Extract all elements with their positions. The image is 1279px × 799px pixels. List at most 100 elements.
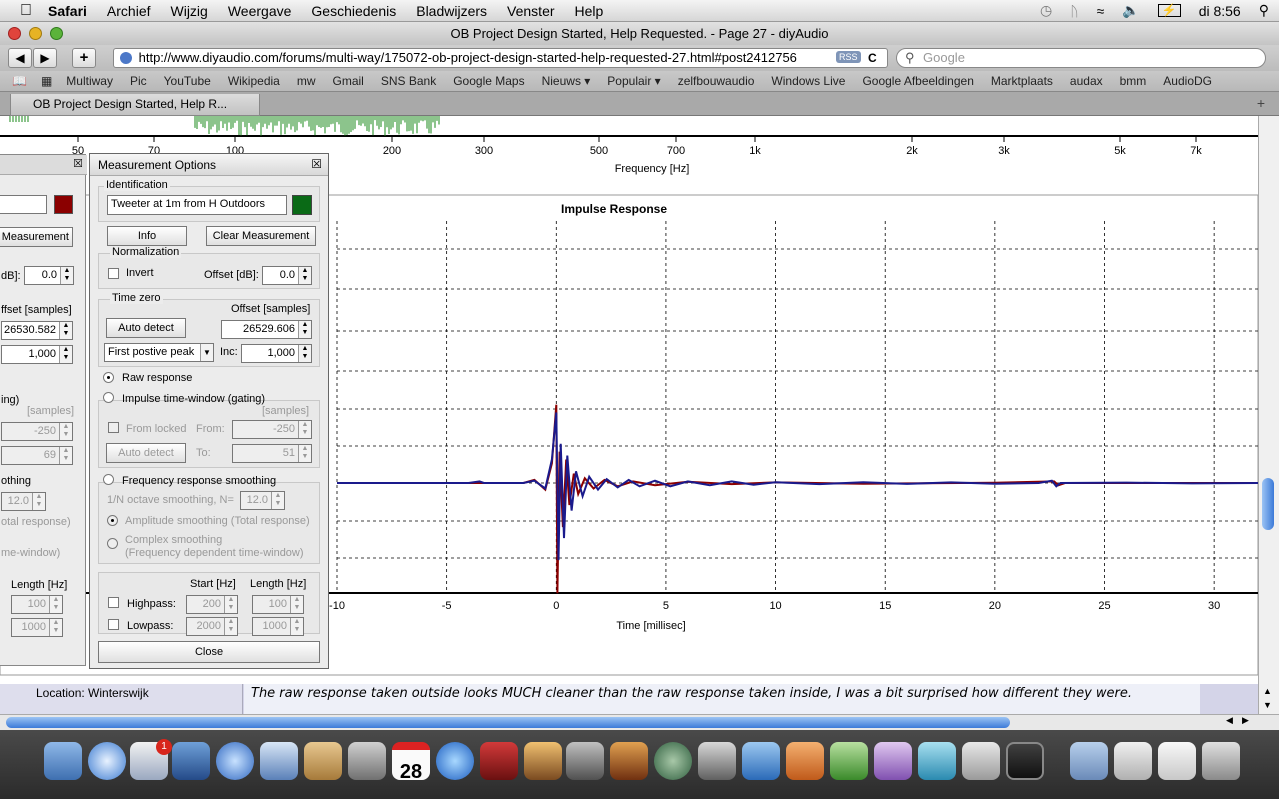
scroll-left-icon[interactable]: ◀ — [1226, 715, 1233, 726]
auto-detect-button[interactable]: Auto detect — [106, 318, 186, 338]
spinner-icon[interactable]: ▲ ▼ — [59, 423, 72, 440]
lp-length-input[interactable]: 1000 ▲ ▼ — [252, 617, 304, 636]
left-lp-length-input[interactable]: 1000 ▲ ▼ — [11, 618, 63, 637]
bookmark-item[interactable]: audax — [1070, 74, 1103, 88]
forward-button[interactable]: ▶ — [33, 48, 57, 68]
menu-venster[interactable]: Venster — [507, 3, 554, 19]
mail-icon[interactable]: 1 — [130, 739, 172, 780]
peak-mode-select[interactable]: First postive peak ▼ — [104, 343, 214, 362]
menu-app[interactable]: Safari — [48, 3, 87, 19]
invert-checkbox[interactable] — [108, 268, 119, 279]
from-locked-checkbox[interactable] — [108, 422, 119, 433]
menu-wijzig[interactable]: Wijzig — [171, 3, 208, 19]
hp-start-input[interactable]: 200 ▲ ▼ — [186, 595, 238, 614]
bookmark-item[interactable]: AudioDG — [1163, 74, 1212, 88]
close-icon[interactable]: ☒ — [311, 157, 322, 171]
left-oct-input[interactable]: 12.0 ▲ ▼ — [1, 492, 46, 511]
spinner-icon[interactable]: ▲ ▼ — [298, 267, 311, 284]
inc-input[interactable]: 1,000 ▲ ▼ — [241, 344, 312, 363]
h-scroll-thumb[interactable] — [6, 717, 1010, 728]
display-icon[interactable] — [1006, 742, 1044, 780]
calculator-icon[interactable] — [348, 742, 386, 780]
apple-icon[interactable]:  — [20, 2, 32, 20]
left-color-swatch[interactable] — [54, 195, 73, 214]
imovie-icon[interactable] — [566, 742, 604, 780]
spinner-icon[interactable]: ▲ ▼ — [224, 618, 237, 635]
spinner-icon[interactable]: ▲ ▼ — [298, 321, 311, 338]
left-to-input[interactable]: 69 ▲ ▼ — [1, 446, 73, 465]
left-inc-input[interactable]: 1,000 ▲ ▼ — [1, 345, 73, 364]
spinner-icon[interactable]: ▲ ▼ — [290, 618, 303, 635]
bookmark-item[interactable]: Windows Live — [771, 74, 845, 88]
time-machine-icon[interactable]: ◷ — [1040, 2, 1052, 19]
chevron-down-icon[interactable]: ▼ — [200, 344, 213, 361]
raw-response-radio[interactable] — [103, 372, 114, 383]
left-offset-input[interactable]: 0.0 ▲ ▼ — [24, 266, 74, 285]
scroll-right-icon[interactable]: ▶ — [1242, 715, 1249, 726]
left-hp-length-input[interactable]: 100 ▲ ▼ — [11, 595, 63, 614]
itunes-icon[interactable] — [436, 742, 474, 780]
spinner-icon[interactable]: ▲ ▼ — [224, 596, 237, 613]
left-samples-input[interactable]: 26530.582 ▲ ▼ — [1, 321, 73, 340]
spinner-icon[interactable]: ▲ ▼ — [60, 267, 73, 284]
bookmark-item[interactable]: Gmail — [333, 74, 364, 88]
battery-icon[interactable]: ⚡ — [1157, 4, 1181, 17]
downloads-folder-icon[interactable] — [1114, 742, 1152, 780]
lp-start-input[interactable]: 2000 ▲ ▼ — [186, 617, 238, 636]
spotlight-icon[interactable]: ⚲ — [1259, 2, 1269, 19]
entourage-icon[interactable] — [874, 742, 912, 780]
spinner-icon[interactable]: ▲ ▼ — [290, 596, 303, 613]
gating-radio[interactable] — [103, 392, 114, 403]
tab-active[interactable]: OB Project Design Started, Help R... — [10, 94, 260, 116]
left-name-field[interactable] — [0, 195, 47, 214]
system-preferences-icon[interactable] — [698, 742, 736, 780]
gating-auto-detect-button[interactable]: Auto detect — [106, 443, 186, 463]
close-icon[interactable]: ☒ — [73, 157, 83, 170]
close-button[interactable]: Close — [98, 641, 320, 663]
top-sites-grid-icon[interactable]: ▦ — [41, 74, 52, 88]
google-search-input[interactable]: ⚲ Google — [896, 48, 1266, 68]
word-icon[interactable] — [742, 742, 780, 780]
document-icon[interactable] — [962, 742, 1000, 780]
bookmark-item[interactable]: Populair ▾ — [607, 74, 660, 88]
bookmark-item[interactable]: Nieuws ▾ — [542, 74, 591, 88]
bookmark-item[interactable]: mw — [297, 74, 316, 88]
spinner-icon[interactable]: ▲ ▼ — [32, 493, 45, 510]
add-bookmark-button[interactable]: + — [72, 48, 96, 68]
info-button[interactable]: Info — [107, 226, 187, 246]
preview-icon[interactable] — [260, 742, 298, 780]
v-scroll-thumb[interactable] — [1262, 478, 1274, 530]
zoom-window-icon[interactable] — [50, 27, 63, 40]
powerpoint-icon[interactable] — [786, 742, 824, 780]
amplitude-smoothing-radio[interactable] — [107, 515, 118, 526]
offset-db-input[interactable]: 0.0 ▲ ▼ — [262, 266, 312, 285]
lowpass-checkbox[interactable] — [108, 619, 119, 630]
measurement-name-input[interactable]: Tweeter at 1m from H Outdoors — [107, 195, 287, 215]
gating-from-input[interactable]: -250 ▲ ▼ — [232, 420, 312, 439]
spinner-icon[interactable]: ▲ ▼ — [298, 421, 311, 438]
safari-icon[interactable] — [88, 742, 126, 780]
left-from-input[interactable]: -250 ▲ ▼ — [1, 422, 73, 441]
scroll-down-icon[interactable]: ▼ — [1263, 700, 1272, 710]
bookmark-item[interactable]: zelfbouwaudio — [678, 74, 755, 88]
new-tab-button[interactable]: + — [1257, 95, 1265, 111]
iphoto-icon[interactable] — [524, 742, 562, 780]
ichat-icon[interactable] — [216, 742, 254, 780]
smoothing-radio[interactable] — [103, 474, 114, 485]
horizontal-scrollbar[interactable]: ◀ ▶ — [0, 714, 1279, 730]
spinner-icon[interactable]: ▲ ▼ — [49, 596, 62, 613]
octave-n-input[interactable]: 12.0 ▲ ▼ — [240, 491, 285, 510]
close-window-icon[interactable] — [8, 27, 21, 40]
spinner-icon[interactable]: ▲ ▼ — [59, 346, 72, 363]
time-machine-dock-icon[interactable] — [654, 742, 692, 780]
trash-icon[interactable] — [1202, 742, 1240, 780]
menu-help[interactable]: Help — [575, 3, 604, 19]
rss-badge[interactable]: RSS — [836, 51, 861, 63]
bookmark-item[interactable]: Pic — [130, 74, 147, 88]
volume-icon[interactable]: 🔈 — [1122, 2, 1139, 19]
finder-icon[interactable] — [44, 742, 82, 780]
vertical-scrollbar[interactable]: ▲ ▼ — [1258, 116, 1279, 714]
scroll-up-icon[interactable]: ▲ — [1263, 686, 1272, 696]
photo-booth-icon[interactable] — [480, 742, 518, 780]
bookmark-item[interactable]: Google Maps — [453, 74, 524, 88]
